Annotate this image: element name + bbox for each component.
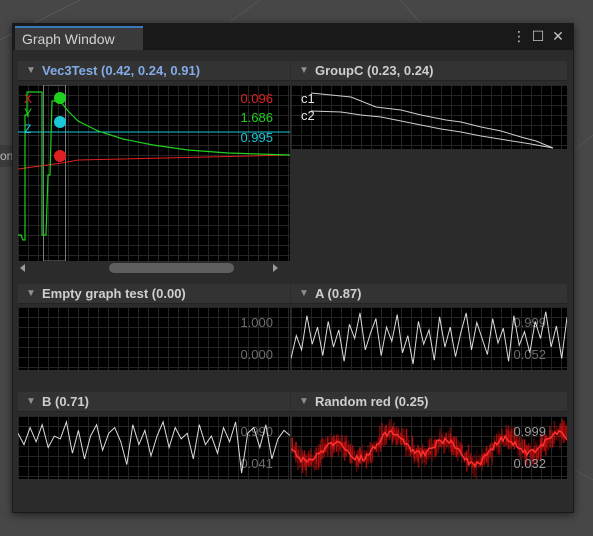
- tab-graph-window[interactable]: Graph Window: [15, 26, 143, 50]
- label-x: X: [24, 92, 32, 106]
- noise-mark: [351, 447, 354, 455]
- a-graph-header[interactable]: ▼ A (0.87): [291, 284, 567, 304]
- empty-min-label: 0.000: [240, 347, 273, 362]
- a-max-label: 0.999: [513, 315, 546, 330]
- noise-mark: [387, 422, 390, 439]
- value-x: 0.096: [240, 91, 273, 106]
- maximize-icon[interactable]: ☐: [530, 27, 546, 45]
- close-icon[interactable]: ✕: [550, 27, 566, 45]
- a-min-label: 0.052: [513, 347, 546, 362]
- noise-mark: [551, 430, 554, 449]
- noise-mark: [559, 423, 561, 437]
- noise-mark: [367, 455, 370, 465]
- noise-mark: [413, 444, 415, 464]
- label-c2: c2: [301, 108, 315, 123]
- graph-panels-area: ▼ Vec3Test (0.42, 0.24, 0.91) X Y Z 0.09…: [13, 50, 573, 512]
- empty-graph-header[interactable]: ▼ Empty graph test (0.00): [18, 284, 290, 304]
- vec3test-scrollbar[interactable]: [16, 261, 290, 275]
- noise-mark: [319, 439, 322, 460]
- more-options-icon[interactable]: ⋮: [511, 27, 527, 45]
- noise-mark: [327, 437, 329, 457]
- random-red-graph[interactable]: 0.999 0.032: [291, 416, 567, 479]
- noise-mark: [517, 437, 519, 456]
- b-graph[interactable]: 0.990 0.041: [18, 416, 290, 479]
- scroll-thumb[interactable]: [109, 263, 234, 273]
- collapse-triangle-icon[interactable]: ▼: [24, 64, 38, 78]
- collapse-triangle-icon[interactable]: ▼: [297, 64, 311, 78]
- groupc-graph[interactable]: c1 c2: [291, 85, 567, 149]
- noise-mark: [405, 428, 408, 451]
- random-red-header[interactable]: ▼ Random red (0.25): [291, 392, 567, 412]
- collapse-triangle-icon[interactable]: ▼: [297, 287, 311, 301]
- empty-max-label: 1.000: [240, 315, 273, 330]
- noise-mark: [417, 455, 419, 461]
- noise-mark: [431, 443, 434, 463]
- value-z: 0.995: [240, 130, 273, 145]
- noise-mark: [347, 444, 349, 451]
- label-y: Y: [24, 106, 32, 120]
- empty-graph-title: Empty graph test (0.00): [42, 286, 186, 301]
- b-graph-title: B (0.71): [42, 394, 89, 409]
- noise-mark: [383, 434, 386, 442]
- noise-mark: [457, 445, 459, 455]
- noise-mark: [475, 457, 477, 479]
- noise-mark: [317, 448, 320, 471]
- noise-mark: [389, 419, 391, 440]
- graph-window: Graph Window ⋮ ☐ ✕ ▼ Vec3Test (0.42, 0.2…: [12, 23, 574, 513]
- noise-mark: [441, 434, 443, 442]
- noise-mark: [539, 449, 541, 455]
- noise-mark: [473, 454, 475, 471]
- noise-mark: [337, 434, 340, 457]
- noise-mark: [555, 436, 558, 441]
- window-tab-bar: Graph Window ⋮ ☐ ✕: [13, 24, 573, 50]
- label-c1: c1: [301, 91, 315, 106]
- random-red-max-label: 0.999: [513, 424, 546, 439]
- noise-mark: [333, 435, 335, 450]
- noise-mark: [363, 449, 365, 459]
- noise-mark: [353, 450, 355, 464]
- noise-mark: [331, 436, 334, 458]
- noise-mark: [395, 429, 397, 445]
- noise-mark: [505, 425, 507, 447]
- a-graph-title: A (0.87): [315, 286, 362, 301]
- a-graph[interactable]: 0.999 0.052: [291, 307, 567, 370]
- collapse-triangle-icon[interactable]: ▼: [24, 395, 38, 409]
- label-z: Z: [24, 122, 31, 136]
- collapse-triangle-icon[interactable]: ▼: [24, 287, 38, 301]
- series-x-marker: [54, 150, 66, 162]
- random-red-title: Random red (0.25): [315, 394, 429, 409]
- vec3test-title: Vec3Test (0.42, 0.24, 0.91): [42, 63, 201, 78]
- noise-mark: [519, 436, 521, 456]
- series-z-marker: [54, 116, 66, 128]
- random-red-min-label: 0.032: [513, 456, 546, 471]
- noise-mark: [439, 427, 441, 447]
- noise-mark: [563, 421, 565, 444]
- collapse-triangle-icon[interactable]: ▼: [297, 395, 311, 409]
- noise-mark: [521, 438, 524, 450]
- vec3test-header[interactable]: ▼ Vec3Test (0.42, 0.24, 0.91): [18, 61, 290, 81]
- b-min-label: 0.041: [240, 456, 273, 471]
- groupc-header[interactable]: ▼ GroupC (0.23, 0.24): [291, 61, 567, 81]
- value-y: 1.686: [240, 110, 273, 125]
- noise-mark: [377, 437, 380, 457]
- noise-mark: [455, 436, 458, 458]
- noise-mark: [429, 438, 431, 453]
- groupc-title: GroupC (0.23, 0.24): [315, 63, 434, 78]
- background-tab-fragment: on: [0, 145, 12, 167]
- empty-graph[interactable]: 1.000 0.000: [18, 307, 290, 370]
- vec3test-graph[interactable]: X Y Z 0.096 1.686 0.995: [18, 85, 290, 261]
- noise-mark: [485, 448, 487, 464]
- noise-mark: [321, 437, 324, 460]
- b-graph-header[interactable]: ▼ B (0.71): [18, 392, 290, 412]
- series-y-marker: [54, 92, 66, 104]
- noise-mark: [339, 437, 342, 453]
- noise-mark: [329, 433, 332, 455]
